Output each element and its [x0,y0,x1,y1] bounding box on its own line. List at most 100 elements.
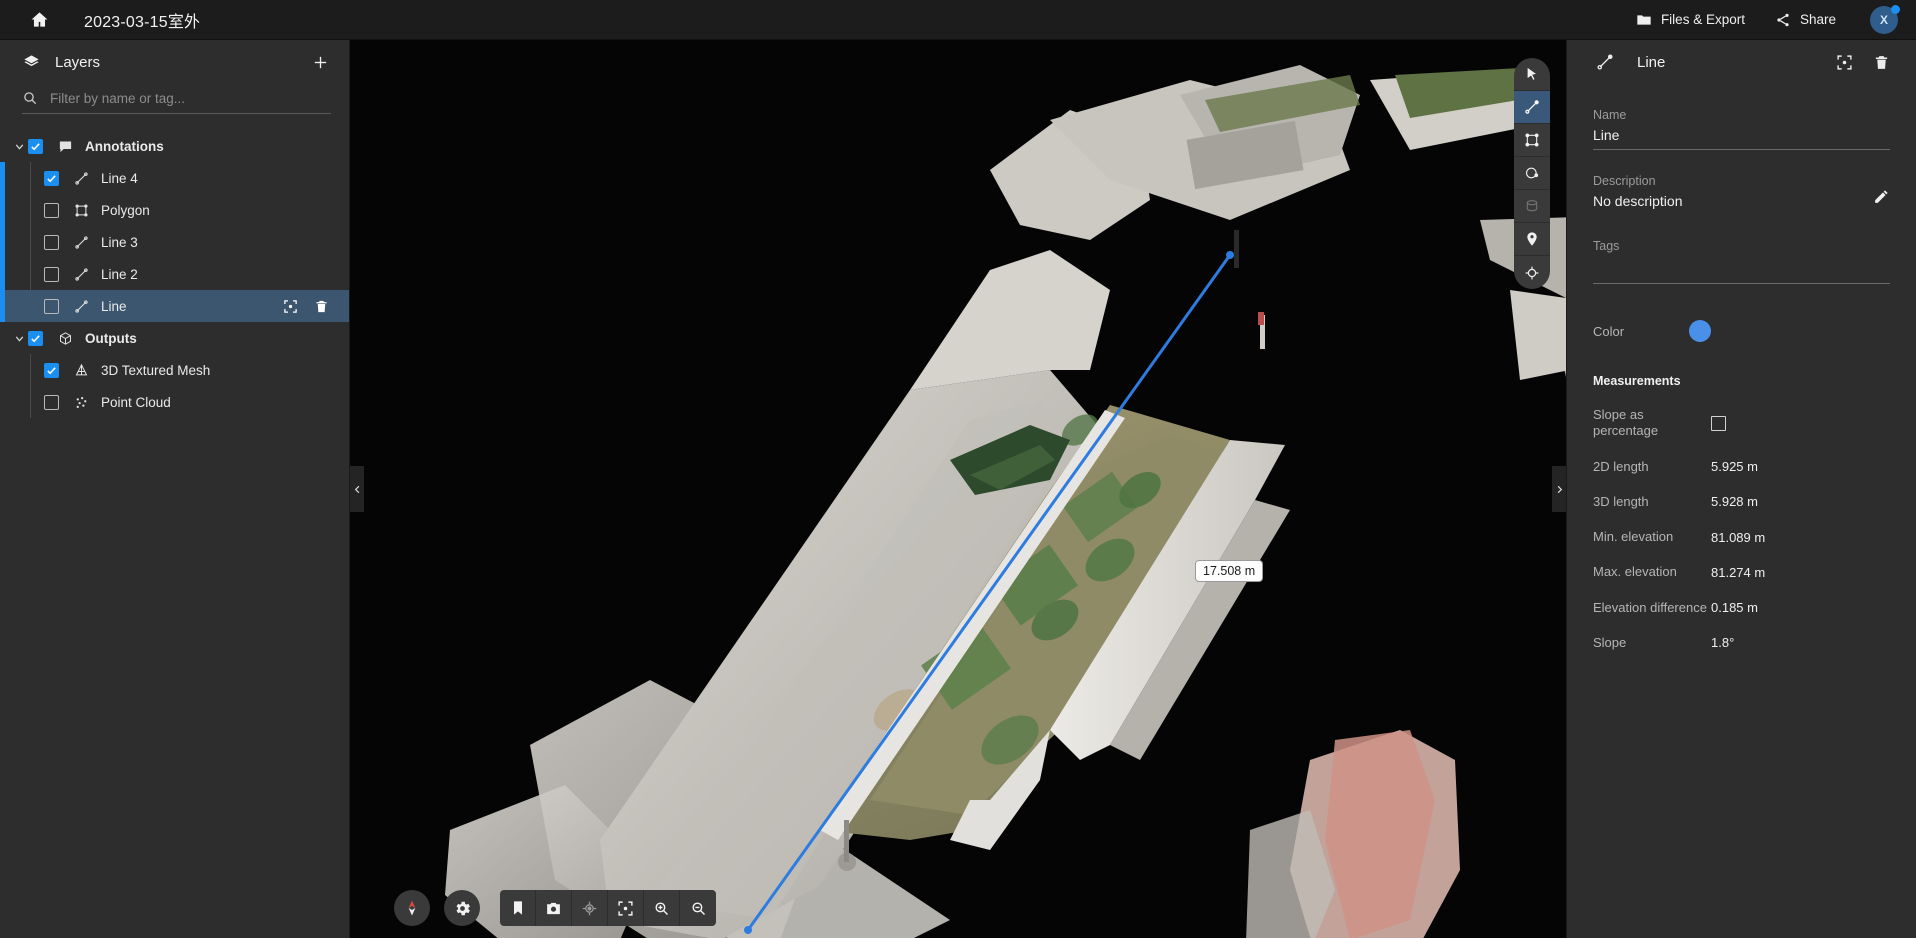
measurements-header: Measurements [1593,374,1681,388]
tree-group-label: Outputs [85,330,137,346]
tree-group-label: Annotations [85,138,164,154]
tree-item-label: Polygon [101,202,150,218]
settings-button[interactable] [444,890,480,926]
share-button[interactable]: Share [1775,12,1836,28]
focus-icon [617,900,634,917]
polygon-icon [71,203,91,218]
files-and-export-label: Files & Export [1660,12,1745,27]
tags-field[interactable]: Tags [1593,239,1890,284]
trash-icon[interactable] [314,299,329,314]
bookmark-icon [510,900,526,916]
collapse-right-panel-button[interactable] [1552,466,1566,512]
tree-item-label: Point Cloud [101,394,171,410]
volume-tool-button [1514,190,1550,223]
3d-viewport[interactable]: 17.508 m [350,40,1566,938]
measurement-row-elevation-difference: Elevation difference 0.185 m [1593,600,1890,616]
3d-model-render[interactable] [350,40,1566,938]
tree-item-polygon[interactable]: Polygon [0,194,349,226]
focus-icon[interactable] [283,299,298,314]
filter-row [0,84,349,114]
tree-group-annotations[interactable]: Annotations [0,130,349,162]
bookmark-button[interactable] [500,890,536,926]
line-2-checkbox[interactable] [44,266,59,282]
name-field[interactable]: Name Line [1593,108,1890,150]
measurement-row-slope: Slope 1.8° [1593,635,1890,651]
main-body: Layers Filter by name or tag... Annotati… [0,40,1916,938]
polygon-checkbox[interactable] [44,202,59,218]
color-row: Color [1593,320,1890,342]
description-value: No description [1593,193,1683,209]
mesh-checkbox[interactable] [44,362,59,378]
measurement-value: 0.185 m [1711,600,1758,616]
focus-icon[interactable] [1836,54,1853,71]
tree-item-line-4[interactable]: Line 4 [0,162,349,194]
line-tool-button[interactable] [1514,91,1550,124]
tree-item-line-2[interactable]: Line 2 [0,258,349,290]
collapse-left-panel-button[interactable] [350,466,364,512]
pencil-icon[interactable] [1873,188,1890,205]
compass-icon [402,898,422,918]
line-3-checkbox[interactable] [44,234,59,250]
avatar[interactable]: X [1870,4,1900,34]
outputs-group-checkbox[interactable] [28,330,43,346]
add-layer-button[interactable] [307,49,333,75]
layers-header: Layers [0,40,349,84]
measurement-key: Elevation difference [1593,599,1707,615]
tree-item-line-3[interactable]: Line 3 [0,226,349,258]
circle-tool-button[interactable] [1514,157,1550,190]
chevron-down-icon[interactable] [10,332,28,345]
annotations-group-checkbox[interactable] [28,138,43,154]
tree-group-outputs[interactable]: Outputs [0,322,349,354]
line-checkbox[interactable] [44,298,59,314]
name-value[interactable]: Line [1593,127,1890,150]
annotation-details-panel: Line Name Line Description No descriptio… [1566,40,1916,938]
polygon-tool-button[interactable] [1514,124,1550,157]
pivot-button[interactable] [572,890,608,926]
crosshair-icon [581,900,598,917]
marker-tool-button[interactable] [1514,223,1550,256]
point-cloud-checkbox[interactable] [44,394,59,410]
zoom-in-button[interactable] [644,890,680,926]
line-4-checkbox[interactable] [44,170,59,186]
compass-button[interactable] [394,890,430,926]
annotation-bubble-icon [55,139,75,154]
color-swatch[interactable] [1689,320,1711,342]
tree-item-3d-textured-mesh[interactable]: 3D Textured Mesh [0,354,349,386]
mesh-icon [71,363,91,378]
tags-value[interactable] [1593,258,1890,284]
viewport-button-group [500,890,716,926]
tree-item-label: 3D Textured Mesh [101,362,211,378]
trash-icon[interactable] [1873,54,1890,71]
chevron-down-icon[interactable] [10,140,28,153]
tree-item-label: Line 3 [101,234,138,250]
screenshot-button[interactable] [536,890,572,926]
details-header: Line [1593,40,1890,84]
name-label: Name [1593,108,1627,122]
measurement-key: Slope as percentage [1593,407,1659,439]
measurement-row-min-elevation: Min. elevation 81.089 m [1593,529,1890,545]
measurement-key: 3D length [1593,493,1649,509]
gear-icon [453,899,472,918]
annotation-tool-rail [1514,58,1550,289]
tree-item-point-cloud[interactable]: Point Cloud [0,386,349,418]
notification-dot-icon [1891,4,1900,14]
viewport-bottom-toolbar [394,890,716,926]
filter-input[interactable] [50,90,331,106]
point-cloud-icon [71,395,91,410]
tree-item-line[interactable]: Line [0,290,349,322]
measurement-value: 81.089 m [1711,529,1766,545]
measurement-key: Slope [1593,634,1627,650]
select-tool-button[interactable] [1514,58,1550,91]
files-and-export-button[interactable]: Files & Export [1636,12,1745,28]
line-icon [71,171,91,186]
line-icon [71,235,91,250]
line-icon [1593,53,1617,71]
layers-title: Layers [55,53,101,71]
zoom-in-icon [653,900,670,917]
chevron-left-icon [352,484,363,495]
slope-as-percentage-checkbox[interactable] [1711,415,1726,431]
zoom-out-button[interactable] [680,890,716,926]
home-icon[interactable] [26,7,52,33]
folder-icon [1636,12,1652,28]
fit-view-button[interactable] [608,890,644,926]
